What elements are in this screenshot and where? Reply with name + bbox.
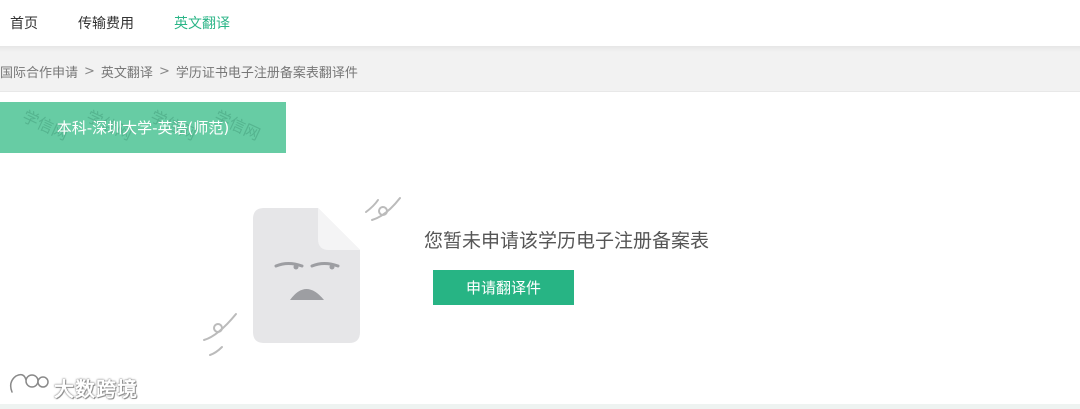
page: 首页 传输费用 英文翻译 国际合作申请 > 英文翻译 > 学历证书电子注册备案表… <box>0 0 1080 409</box>
apply-translation-button[interactable]: 申请翻译件 <box>433 270 574 305</box>
brand-name: 大数跨境 <box>54 376 138 401</box>
breadcrumb-item-current: 学历证书电子注册备案表翻译件 <box>175 66 358 81</box>
certificate-tab-label: 本科-深圳大学-英语(师范) <box>56 119 230 137</box>
certificate-tab[interactable]: 学信网 学信网 学信网 学信网 本科-深圳大学-英语(师范) <box>0 102 286 153</box>
brand-logo-icon <box>8 372 50 402</box>
top-navigation: 首页 传输费用 英文翻译 <box>0 0 1080 46</box>
breadcrumb-item-english-translation[interactable]: 英文翻译 <box>101 62 153 81</box>
breadcrumb-item-international-cooperation[interactable]: 国际合作申请 <box>0 62 78 81</box>
nav-item-home[interactable]: 首页 <box>10 13 38 33</box>
breadcrumb-separator: > <box>158 64 170 79</box>
breadcrumb-separator: > <box>84 64 95 79</box>
brand-watermark: 大数跨境 <box>8 372 138 402</box>
bottom-divider <box>0 404 1080 409</box>
nav-item-transfer-fee[interactable]: 传输费用 <box>78 13 134 33</box>
breadcrumb: 国际合作申请 > 英文翻译 > 学历证书电子注册备案表翻译件 <box>0 52 1080 92</box>
sad-document-icon <box>196 190 410 360</box>
empty-state-message: 您暂未申请该学历电子注册备案表 <box>424 230 710 252</box>
nav-item-english-translation[interactable]: 英文翻译 <box>174 13 230 33</box>
